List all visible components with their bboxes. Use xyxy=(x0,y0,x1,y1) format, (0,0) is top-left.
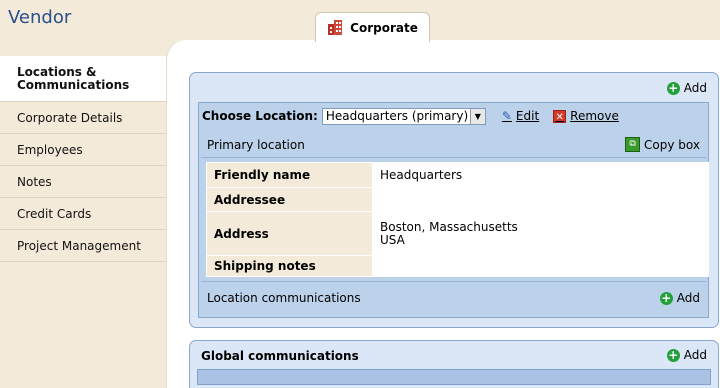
field-value xyxy=(372,187,709,212)
sidebar: Locations & Communications Corporate Det… xyxy=(0,56,166,388)
sidebar-item-label: Notes xyxy=(17,174,52,189)
plus-icon: + xyxy=(666,80,680,95)
field-label: Friendly name xyxy=(206,162,373,188)
sidebar-item-corporate-details[interactable]: Corporate Details xyxy=(0,102,166,134)
field-label: Shipping notes xyxy=(206,255,373,277)
address-line-1: Boston, Massachusetts xyxy=(380,219,518,234)
location-select[interactable]: Headquarters (primary) ▼ xyxy=(321,107,486,125)
add-label: Add xyxy=(683,81,707,95)
sidebar-item-credit-cards[interactable]: Credit Cards xyxy=(0,198,166,230)
primary-location-header: Primary location ⧉ Copy box xyxy=(201,133,706,158)
sidebar-item-label: Corporate Details xyxy=(17,110,123,125)
global-communications-bar xyxy=(197,369,711,385)
copy-box-label: Copy box xyxy=(644,137,700,152)
remove-icon: ✕ xyxy=(553,109,567,123)
edit-icon: ✎ xyxy=(501,109,512,123)
remove-label: Remove xyxy=(570,109,619,123)
table-row: Shipping notes xyxy=(206,255,709,277)
sidebar-item-label: Locations & Communications xyxy=(17,64,130,92)
add-location-communication-button[interactable]: + Add xyxy=(659,290,700,305)
add-global-communication-button[interactable]: + Add xyxy=(666,347,707,362)
copy-icon: ⧉ xyxy=(625,137,641,152)
field-value: Boston, Massachusetts USA xyxy=(372,211,709,256)
plus-icon: + xyxy=(659,290,673,305)
field-value xyxy=(372,255,709,277)
edit-label: Edit xyxy=(515,109,540,123)
location-section: Choose Location: Headquarters (primary) … xyxy=(198,102,709,318)
choose-location-row: Choose Location: Headquarters (primary) … xyxy=(199,103,708,129)
location-communications-label: Location communications xyxy=(207,290,361,305)
global-communications-panel: Global communications + Add xyxy=(189,340,719,388)
plus-icon: + xyxy=(666,347,680,362)
field-label: Addressee xyxy=(206,187,373,212)
sidebar-item-locations[interactable]: Locations & Communications xyxy=(0,56,166,102)
chevron-down-icon: ▼ xyxy=(469,108,485,124)
page-title: Vendor xyxy=(8,7,72,28)
building-icon xyxy=(327,19,344,36)
table-row: Address Boston, Massachusetts USA xyxy=(206,211,709,256)
locations-panel: + Add Choose Location: Headquarters (pri… xyxy=(189,72,719,328)
field-label: Address xyxy=(206,211,373,256)
location-fields-table: Friendly name Headquarters Addressee Add… xyxy=(206,162,709,277)
tab-label: Corporate xyxy=(350,20,418,35)
sidebar-item-label: Credit Cards xyxy=(17,206,92,221)
global-communications-title: Global communications xyxy=(201,349,359,363)
sidebar-item-project-management[interactable]: Project Management xyxy=(0,230,166,262)
sidebar-item-label: Employees xyxy=(17,142,83,157)
sidebar-item-label: Project Management xyxy=(17,238,141,253)
table-row: Friendly name Headquarters xyxy=(206,162,709,188)
add-location-button[interactable]: + Add xyxy=(666,80,707,95)
copy-box-button[interactable]: ⧉ Copy box xyxy=(625,137,700,152)
choose-location-label: Choose Location: xyxy=(202,109,318,123)
location-communications-header: Location communications + Add xyxy=(201,281,706,313)
primary-location-label: Primary location xyxy=(207,138,305,152)
edit-button[interactable]: ✎ Edit xyxy=(502,109,539,123)
add-label: Add xyxy=(683,348,707,362)
address-line-2: USA xyxy=(380,232,405,247)
location-select-value: Headquarters (primary) xyxy=(325,109,469,123)
field-value: Headquarters xyxy=(372,162,709,188)
remove-button[interactable]: ✕ Remove xyxy=(553,109,619,123)
table-row: Addressee xyxy=(206,187,709,212)
sidebar-item-notes[interactable]: Notes xyxy=(0,166,166,198)
add-label: Add xyxy=(676,291,700,305)
tab-corporate[interactable]: Corporate xyxy=(315,12,430,42)
sidebar-item-employees[interactable]: Employees xyxy=(0,134,166,166)
